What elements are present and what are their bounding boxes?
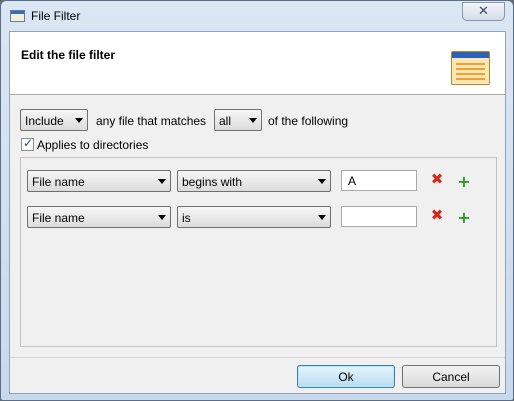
mode-select-value: Include <box>25 114 64 128</box>
cancel-button[interactable]: Cancel <box>402 365 500 388</box>
chevron-down-icon <box>75 118 83 123</box>
add-rule-icon[interactable]: + <box>457 210 471 226</box>
file-filter-window: File Filter ✕ Edit the file filter Inclu… <box>0 0 514 401</box>
filter-list-icon <box>451 51 490 85</box>
match-select[interactable]: all <box>214 109 262 131</box>
ok-button[interactable]: Ok <box>297 365 395 388</box>
rule-2-value-input[interactable] <box>341 206 417 227</box>
rule-2-attribute-select[interactable]: File name <box>27 206 171 228</box>
mode-select[interactable]: Include <box>20 109 88 131</box>
close-button[interactable]: ✕ <box>462 2 505 21</box>
chevron-down-icon <box>158 179 166 184</box>
title-bar[interactable]: File Filter ✕ <box>1 1 513 31</box>
chevron-down-icon <box>318 179 326 184</box>
dialog-heading: Edit the file filter <box>21 48 116 62</box>
chevron-down-icon <box>158 215 166 220</box>
rule-1-operator-select[interactable]: begins with <box>177 170 331 192</box>
rule-attribute-value: File name <box>32 175 85 189</box>
rules-panel: File name begins with A ✖ + File name is <box>20 157 497 347</box>
window-title: File Filter <box>31 9 81 23</box>
dialog-header: Edit the file filter <box>10 32 505 95</box>
rule-1-attribute-select[interactable]: File name <box>27 170 171 192</box>
dialog-client-area: Edit the file filter Include any file th… <box>9 31 506 394</box>
rule-operator-value: begins with <box>182 175 243 189</box>
rule-1-value-input[interactable]: A <box>341 170 417 191</box>
window-icon <box>10 10 25 22</box>
footer-separator <box>10 357 505 358</box>
match-select-value: all <box>219 114 232 128</box>
add-rule-icon[interactable]: + <box>457 174 471 190</box>
rule-operator-value: is <box>182 211 191 225</box>
criteria-text-middle: any file that matches <box>96 114 207 128</box>
applies-to-directories-label[interactable]: Applies to directories <box>37 138 148 152</box>
close-icon: ✕ <box>478 4 489 19</box>
criteria-text-end: of the following <box>268 114 349 128</box>
remove-rule-icon[interactable]: ✖ <box>430 172 444 187</box>
check-icon: ✓ <box>23 136 34 150</box>
applies-to-directories-checkbox[interactable]: ✓ <box>21 136 34 151</box>
rule-2-operator-select[interactable]: is <box>177 206 331 228</box>
rule-value-text: A <box>348 174 357 188</box>
remove-rule-icon[interactable]: ✖ <box>430 208 444 223</box>
chevron-down-icon <box>249 118 257 123</box>
chevron-down-icon <box>318 215 326 220</box>
rule-attribute-value: File name <box>32 211 85 225</box>
